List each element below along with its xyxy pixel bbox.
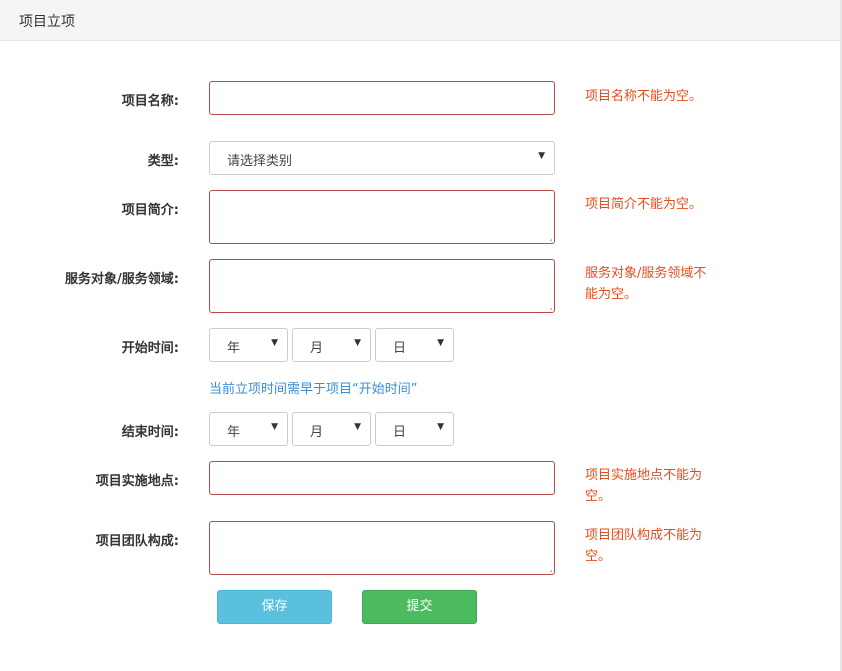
start-time-hint: 当前立项时间需早于项目“开始时间” <box>209 382 418 397</box>
service-error: 服务对象/服务领域不能为空。 <box>585 266 707 302</box>
service-textarea[interactable] <box>209 259 555 313</box>
intro-error: 项目简介不能为空。 <box>585 197 703 212</box>
start-month-select[interactable]: 月 ▼ <box>292 328 371 362</box>
end-time-label: 结束时间: <box>121 425 179 440</box>
start-year-select[interactable]: 年 ▼ <box>209 328 288 362</box>
start-day-select[interactable]: 日 ▼ <box>375 328 454 362</box>
end-year-value: 年 <box>227 425 241 440</box>
chevron-down-icon: ▼ <box>271 422 278 432</box>
end-day-value: 日 <box>393 425 407 440</box>
team-label: 项目团队构成: <box>95 534 179 549</box>
start-month-value: 月 <box>310 341 324 356</box>
page-header: 项目立项 <box>0 0 842 41</box>
location-label: 项目实施地点: <box>95 474 179 489</box>
end-year-select[interactable]: 年 ▼ <box>209 412 288 446</box>
chevron-down-icon: ▼ <box>354 422 361 432</box>
page-title: 项目立项 <box>19 14 75 30</box>
intro-textarea[interactable] <box>209 190 555 244</box>
resize-grip-icon[interactable] <box>544 564 552 572</box>
chevron-down-icon: ▼ <box>271 338 278 348</box>
start-day-value: 日 <box>393 341 407 356</box>
end-day-select[interactable]: 日 ▼ <box>375 412 454 446</box>
intro-label: 项目简介: <box>121 203 179 218</box>
end-month-select[interactable]: 月 ▼ <box>292 412 371 446</box>
name-label: 项目名称: <box>121 94 179 109</box>
save-button[interactable]: 保存 <box>217 590 332 624</box>
type-select[interactable]: 请选择类别 ▼ <box>209 141 555 175</box>
name-input[interactable] <box>209 81 555 115</box>
name-error: 项目名称不能为空。 <box>585 89 703 104</box>
resize-grip-icon[interactable] <box>544 302 552 310</box>
location-error: 项目实施地点不能为空。 <box>585 468 703 504</box>
type-label: 类型: <box>147 154 179 169</box>
submit-button[interactable]: 提交 <box>362 590 477 624</box>
chevron-down-icon: ▼ <box>437 422 444 432</box>
end-month-value: 月 <box>310 425 324 440</box>
start-time-label: 开始时间: <box>121 341 179 356</box>
service-label: 服务对象/服务领域: <box>65 272 179 287</box>
resize-grip-icon[interactable] <box>544 233 552 241</box>
chevron-down-icon: ▼ <box>437 338 444 348</box>
chevron-down-icon: ▼ <box>354 338 361 348</box>
team-textarea[interactable] <box>209 521 555 575</box>
start-year-value: 年 <box>227 341 241 356</box>
team-error: 项目团队构成不能为空。 <box>585 528 703 564</box>
type-select-value: 请选择类别 <box>227 154 293 169</box>
chevron-down-icon: ▼ <box>538 151 545 161</box>
location-input[interactable] <box>209 461 555 495</box>
